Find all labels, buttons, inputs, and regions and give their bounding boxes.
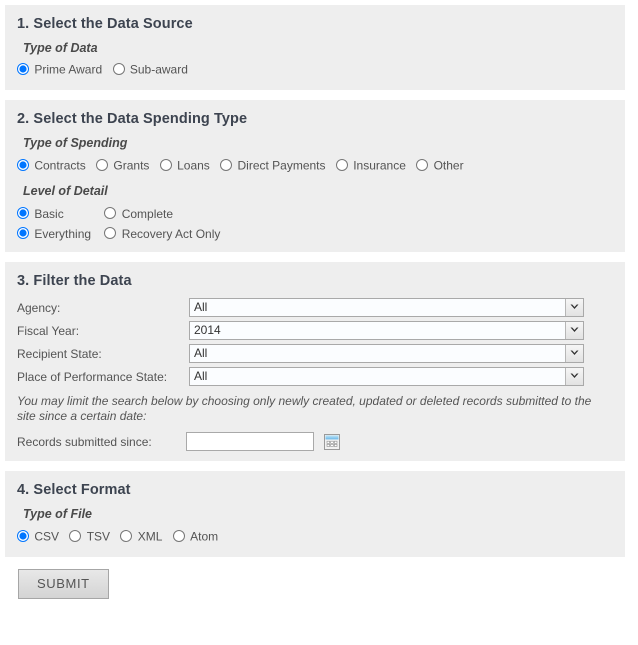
section-filter-data: 3. Filter the Data Agency: All Fiscal Ye… bbox=[5, 262, 625, 461]
submit-button[interactable]: SUBMIT bbox=[18, 569, 109, 599]
radio-other[interactable] bbox=[416, 159, 428, 171]
type-of-data-radio-group: Prime Award Sub-award bbox=[17, 61, 613, 78]
radio-option-csv[interactable]: CSV bbox=[17, 528, 59, 545]
radio-option-loans[interactable]: Loans bbox=[160, 157, 210, 174]
section-4-heading: 4. Select Format bbox=[17, 482, 613, 498]
radio-label-basic[interactable]: Basic bbox=[34, 207, 63, 221]
radio-recovery-act-only[interactable] bbox=[104, 227, 116, 239]
select-place-of-performance-state-value: All bbox=[194, 368, 207, 385]
radio-atom[interactable] bbox=[173, 530, 185, 542]
radio-option-insurance[interactable]: Insurance bbox=[336, 157, 406, 174]
submit-area: SUBMIT bbox=[5, 569, 625, 599]
select-fiscal-year-value: 2014 bbox=[194, 322, 221, 339]
radio-label-everything[interactable]: Everything bbox=[34, 226, 91, 240]
select-place-of-performance-state[interactable]: All bbox=[189, 367, 584, 386]
download-form-page: 1. Select the Data Source Type of Data P… bbox=[0, 0, 638, 645]
select-recipient-state[interactable]: All bbox=[189, 344, 584, 363]
filter-row-recipient-state: Recipient State: All bbox=[17, 344, 613, 367]
records-submitted-since-row: Records submitted since: bbox=[17, 432, 613, 451]
radio-label-recovery-act-only[interactable]: Recovery Act Only bbox=[122, 226, 221, 240]
section-data-source: 1. Select the Data Source Type of Data P… bbox=[5, 5, 625, 90]
type-of-spending-label: Type of Spending bbox=[23, 136, 613, 150]
radio-option-basic[interactable]: Basic bbox=[17, 204, 64, 223]
radio-xml[interactable] bbox=[120, 530, 132, 542]
radio-insurance[interactable] bbox=[336, 159, 348, 171]
radio-option-contracts[interactable]: Contracts bbox=[17, 157, 86, 174]
section-select-format: 4. Select Format Type of File CSV TSV XM… bbox=[5, 471, 625, 556]
radio-tsv[interactable] bbox=[69, 530, 81, 542]
type-of-data-label: Type of Data bbox=[23, 41, 613, 55]
type-of-spending-radio-group: Contracts Grants Loans Direct Payments I… bbox=[17, 156, 613, 173]
filter-label-agency: Agency: bbox=[17, 298, 189, 321]
radio-option-everything[interactable]: Everything bbox=[17, 224, 91, 243]
select-recipient-state-value: All bbox=[194, 345, 207, 362]
section-1-heading: 1. Select the Data Source bbox=[17, 16, 613, 32]
radio-label-csv[interactable]: CSV bbox=[34, 529, 59, 543]
radio-label-insurance[interactable]: Insurance bbox=[353, 158, 406, 172]
radio-label-other[interactable]: Other bbox=[434, 158, 464, 172]
filter-label-fiscal-year: Fiscal Year: bbox=[17, 321, 189, 344]
radio-label-atom[interactable]: Atom bbox=[190, 529, 218, 543]
calendar-icon[interactable] bbox=[324, 434, 340, 450]
radio-label-complete[interactable]: Complete bbox=[122, 207, 173, 221]
radio-label-grants[interactable]: Grants bbox=[113, 158, 149, 172]
radio-complete[interactable] bbox=[104, 207, 116, 219]
radio-basic[interactable] bbox=[17, 207, 29, 219]
radio-label-tsv[interactable]: TSV bbox=[87, 529, 110, 543]
section-spending-type: 2. Select the Data Spending Type Type of… bbox=[5, 100, 625, 252]
chevron-down-icon[interactable] bbox=[565, 368, 583, 385]
radio-option-atom[interactable]: Atom bbox=[173, 528, 218, 545]
radio-option-direct-payments[interactable]: Direct Payments bbox=[220, 157, 325, 174]
radio-csv[interactable] bbox=[17, 530, 29, 542]
type-of-file-label: Type of File bbox=[23, 507, 613, 521]
radio-option-recovery-act-only[interactable]: Recovery Act Only bbox=[104, 224, 220, 243]
radio-option-complete[interactable]: Complete bbox=[104, 204, 173, 223]
radio-label-sub-award[interactable]: Sub-award bbox=[130, 62, 188, 76]
select-fiscal-year[interactable]: 2014 bbox=[189, 321, 584, 340]
radio-option-grants[interactable]: Grants bbox=[96, 157, 149, 174]
filter-row-agency: Agency: All bbox=[17, 298, 613, 321]
radio-sub-award[interactable] bbox=[113, 63, 125, 75]
filter-row-place-of-performance-state: Place of Performance State: All bbox=[17, 367, 613, 390]
radio-option-prime-award[interactable]: Prime Award bbox=[17, 61, 102, 78]
radio-label-direct-payments[interactable]: Direct Payments bbox=[237, 158, 325, 172]
filter-table: Agency: All Fiscal Year: 2014 bbox=[17, 298, 613, 390]
radio-label-xml[interactable]: XML bbox=[138, 529, 163, 543]
filter-row-fiscal-year: Fiscal Year: 2014 bbox=[17, 321, 613, 344]
level-of-detail-row-1: Basic Complete bbox=[17, 204, 613, 223]
records-submitted-since-input[interactable] bbox=[186, 432, 314, 451]
chevron-down-icon[interactable] bbox=[565, 345, 583, 362]
radio-option-tsv[interactable]: TSV bbox=[69, 528, 110, 545]
radio-contracts[interactable] bbox=[17, 159, 29, 171]
chevron-down-icon[interactable] bbox=[565, 322, 583, 339]
radio-grants[interactable] bbox=[96, 159, 108, 171]
radio-option-xml[interactable]: XML bbox=[120, 528, 162, 545]
radio-label-prime-award[interactable]: Prime Award bbox=[34, 62, 102, 76]
level-of-detail-row-2: Everything Recovery Act Only bbox=[17, 223, 613, 242]
section-2-heading: 2. Select the Data Spending Type bbox=[17, 111, 613, 127]
level-of-detail-label: Level of Detail bbox=[23, 184, 613, 198]
date-filter-note: You may limit the search below by choosi… bbox=[17, 394, 613, 424]
filter-label-recipient-state: Recipient State: bbox=[17, 344, 189, 367]
section-3-heading: 3. Filter the Data bbox=[17, 273, 613, 289]
chevron-down-icon[interactable] bbox=[565, 299, 583, 316]
radio-direct-payments[interactable] bbox=[220, 159, 232, 171]
radio-prime-award[interactable] bbox=[17, 63, 29, 75]
radio-option-sub-award[interactable]: Sub-award bbox=[113, 61, 188, 78]
radio-label-contracts[interactable]: Contracts bbox=[34, 158, 85, 172]
records-submitted-since-label: Records submitted since: bbox=[17, 435, 183, 449]
radio-option-other[interactable]: Other bbox=[416, 157, 463, 174]
radio-label-loans[interactable]: Loans bbox=[177, 158, 210, 172]
filter-label-place-of-performance-state: Place of Performance State: bbox=[17, 367, 189, 390]
radio-loans[interactable] bbox=[160, 159, 172, 171]
select-agency[interactable]: All bbox=[189, 298, 584, 317]
type-of-file-radio-group: CSV TSV XML Atom bbox=[17, 527, 613, 544]
radio-everything[interactable] bbox=[17, 227, 29, 239]
select-agency-value: All bbox=[194, 299, 207, 316]
